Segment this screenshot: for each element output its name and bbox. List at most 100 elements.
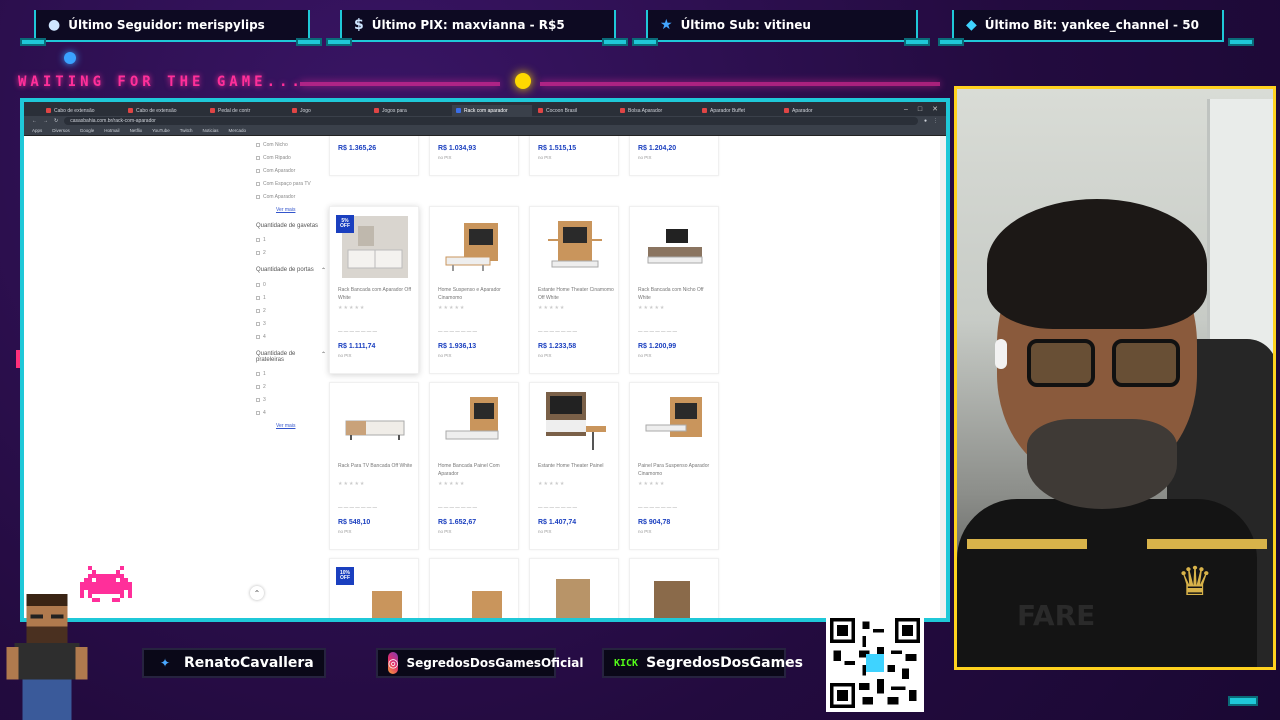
product-card[interactable]: Rack Bancada com Nicho Off White ★★★★★ —…	[629, 206, 719, 374]
filter-option[interactable]: 1	[256, 295, 326, 302]
bookmark-item[interactable]: Noticias	[203, 128, 219, 133]
filter-option[interactable]: 3	[256, 397, 326, 404]
extension-icon[interactable]: ●	[924, 118, 927, 124]
checkbox[interactable]	[256, 169, 260, 173]
filter-option[interactable]: Com Nicho	[256, 142, 326, 149]
checkbox[interactable]	[256, 156, 260, 160]
filter-option[interactable]: Com Ripado	[256, 155, 326, 162]
browser-tab[interactable]: Cocoon Brasil	[534, 105, 614, 116]
browser-tab[interactable]: Aparador	[780, 105, 860, 116]
checkbox[interactable]	[256, 411, 260, 415]
close-icon[interactable]: ✕	[932, 105, 938, 113]
checkbox[interactable]	[256, 398, 260, 402]
product-card[interactable]: Home Bancada Painel Com Aparador ★★★★★ —…	[429, 382, 519, 550]
product-card[interactable]: Rack Para TV Bancada Off White ★★★★★ — —…	[329, 382, 419, 550]
bookmark-item[interactable]: Twitch	[180, 128, 193, 133]
checkbox[interactable]	[256, 322, 260, 326]
bookmark-item[interactable]: Apps	[32, 128, 42, 133]
maximize-icon[interactable]: □	[918, 106, 922, 113]
bookmark-item[interactable]: Diversos	[52, 128, 70, 133]
bookmark-item[interactable]: Google	[80, 128, 95, 133]
dollar-icon: $	[354, 17, 364, 33]
ver-mais-link[interactable]: Ver mais	[276, 207, 326, 213]
browser-tab[interactable]: Aparador Buffet	[698, 105, 778, 116]
filter-option[interactable]: 2	[256, 384, 326, 391]
installment-text: — — — — — — —	[338, 505, 378, 510]
browser-tab[interactable]: Cabo de extensão	[42, 105, 122, 116]
product-card[interactable]: 10% OFF	[329, 558, 419, 618]
product-name[interactable]: Estante Home Theater Cinamomo Off White	[538, 287, 614, 302]
bookmark-item[interactable]: Netflix	[130, 128, 143, 133]
checkbox[interactable]	[256, 335, 260, 339]
checkbox[interactable]	[256, 251, 260, 255]
product-card[interactable]: — — — — — — — R$ 1.515,15 no PIX	[529, 136, 619, 176]
filter-option[interactable]: 1	[256, 371, 326, 378]
product-card[interactable]	[529, 558, 619, 618]
product-name[interactable]: Rack Bancada com Nicho Off White	[638, 287, 714, 302]
product-name[interactable]: Rack Para TV Bancada Off White	[338, 463, 414, 471]
product-card[interactable]	[429, 558, 519, 618]
checkbox[interactable]	[256, 309, 260, 313]
chevron-up-icon[interactable]: ⌃	[321, 267, 326, 274]
checkbox[interactable]	[256, 143, 260, 147]
qr-code-icon	[830, 618, 920, 708]
filter-option[interactable]: 2	[256, 250, 326, 257]
product-name[interactable]: Home Bancada Painel Com Aparador	[438, 463, 514, 478]
browser-tab[interactable]: Cabo de extensão	[124, 105, 204, 116]
filter-option[interactable]: 4	[256, 334, 326, 341]
filter-heading-shelves[interactable]: Quantidade de prateleiras ⌃	[256, 351, 326, 363]
filter-option[interactable]: 1	[256, 237, 326, 244]
browser-tab-active[interactable]: Rack com aparador	[452, 105, 532, 116]
product-name[interactable]: Painel Para Suspenso Aparador Cinamomo	[638, 463, 714, 478]
browser-tab[interactable]: Jogo	[288, 105, 368, 116]
browser-tab[interactable]: Bolsa Aparador	[616, 105, 696, 116]
scroll-to-top-button[interactable]: ⌃	[250, 586, 264, 600]
product-name[interactable]: Estante Home Theater Painel	[538, 463, 614, 471]
product-card[interactable]: ● — — — — — — — R$ 1.204,20 no PIX	[629, 136, 719, 176]
product-card[interactable]: — — — — — — — R$ 1.365,26	[329, 136, 419, 176]
product-image	[340, 567, 410, 618]
filter-option[interactable]: 3	[256, 321, 326, 328]
filter-option[interactable]: 2	[256, 308, 326, 315]
back-icon[interactable]: ←	[32, 118, 37, 124]
browser-tab[interactable]: Jogos para	[370, 105, 450, 116]
filter-option[interactable]: Com Aparador	[256, 194, 326, 201]
product-name[interactable]: Rack Bancada com Aparador Off White	[338, 287, 414, 302]
product-card[interactable]: Estante Home Theater Painel ★★★★★ — — — …	[529, 382, 619, 550]
alert-pix-text: Último PIX: maxvianna - R$5	[371, 18, 565, 32]
filter-heading-doors[interactable]: Quantidade de portas ⌃	[256, 267, 326, 274]
reload-icon[interactable]: ↻	[54, 118, 58, 124]
filter-option[interactable]: Com Espaço para TV	[256, 181, 326, 188]
product-card[interactable]: 5% OFF Rack Bancada com Aparador Off Whi…	[329, 206, 419, 374]
forward-icon[interactable]: →	[43, 118, 48, 124]
filter-heading-drawers[interactable]: Quantidade de gavetas	[256, 223, 326, 229]
filter-option[interactable]: 4	[256, 410, 326, 417]
product-card[interactable]: Painel Para Suspenso Aparador Cinamomo ★…	[629, 382, 719, 550]
checkbox[interactable]	[256, 296, 260, 300]
ver-mais-link[interactable]: Ver mais	[276, 423, 326, 429]
checkbox[interactable]	[256, 385, 260, 389]
product-card[interactable]: Estante Home Theater Cinamomo Off White …	[529, 206, 619, 374]
browser-tab[interactable]: Pedal de contr	[206, 105, 286, 116]
checkbox[interactable]	[256, 182, 260, 186]
installment-text: — — — — — — —	[338, 329, 378, 334]
checkbox[interactable]	[256, 238, 260, 242]
product-name[interactable]: Home Suspenso e Aparador Cinamomo	[438, 287, 514, 302]
chevron-up-icon[interactable]: ⌃	[321, 351, 326, 363]
checkbox[interactable]	[256, 195, 260, 199]
filter-option[interactable]: 0	[256, 282, 326, 289]
menu-icon[interactable]: ⋮	[933, 118, 938, 124]
bookmark-item[interactable]: Hotmail	[104, 128, 119, 133]
url-input[interactable]: casasbahia.com.br/rack-com-aparador	[64, 117, 918, 125]
bookmark-item[interactable]: YouTube	[152, 128, 170, 133]
product-card[interactable]	[629, 558, 719, 618]
product-card[interactable]: — — — — — — — R$ 1.034,93 no PIX	[429, 136, 519, 176]
minimize-icon[interactable]: –	[904, 106, 908, 113]
pix-label: no PIX	[438, 529, 452, 534]
checkbox[interactable]	[256, 372, 260, 376]
page-scrollbar[interactable]	[940, 136, 946, 618]
bookmark-item[interactable]: Mercado	[229, 128, 247, 133]
product-card[interactable]: Home Suspenso e Aparador Cinamomo ★★★★★ …	[429, 206, 519, 374]
filter-option[interactable]: Com Aparador	[256, 168, 326, 175]
checkbox[interactable]	[256, 283, 260, 287]
